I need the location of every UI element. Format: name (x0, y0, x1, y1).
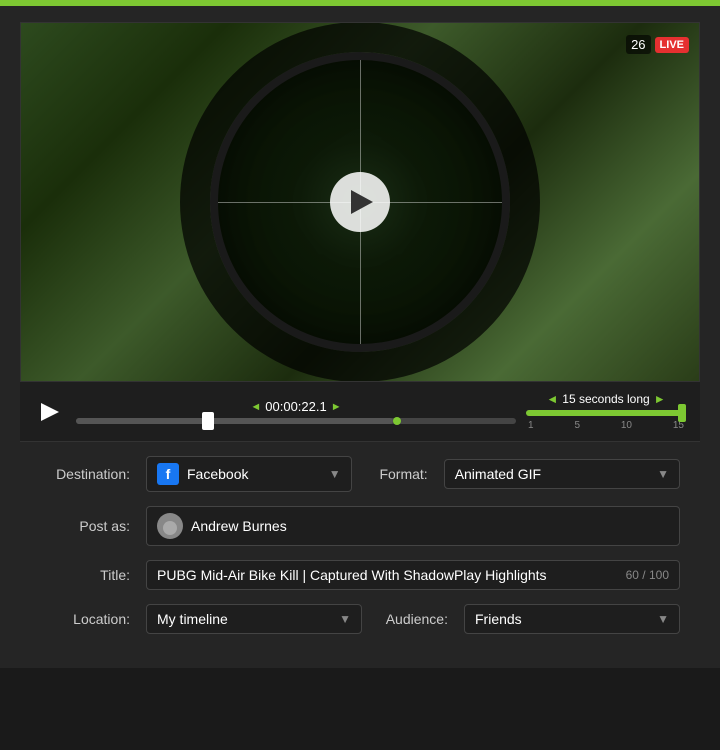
char-count: 60 / 100 (626, 568, 669, 582)
video-play-button[interactable] (330, 172, 390, 232)
trim-scrubber[interactable] (526, 410, 686, 416)
live-tag: LIVE (655, 37, 689, 53)
live-number: 26 (626, 35, 650, 54)
audience-chevron: ▼ (657, 612, 669, 626)
location-audience-row: Location: My timeline ▼ Audience: Friend… (40, 604, 680, 634)
time-left-arrow: ◄ (250, 401, 261, 413)
title-row: Title: 60 / 100 (40, 560, 680, 590)
time-right-arrow: ► (331, 401, 342, 413)
postas-row: Post as: Andrew Burnes (40, 506, 680, 546)
trim-duration-text: 15 seconds long (562, 392, 649, 406)
live-badge-group: 26 LIVE (626, 35, 689, 54)
destination-dropdown[interactable]: f Facebook ▼ (146, 456, 352, 492)
postas-selector[interactable]: Andrew Burnes (146, 506, 680, 546)
audience-dropdown[interactable]: Friends ▼ (464, 604, 680, 634)
title-label: Title: (40, 567, 130, 583)
location-chevron: ▼ (339, 612, 351, 626)
location-label: Location: (40, 611, 130, 627)
format-dropdown[interactable]: Animated GIF ▼ (444, 459, 680, 489)
trim-label: ◄ 15 seconds long ► (526, 392, 686, 406)
timeline-thumb[interactable] (202, 412, 214, 430)
tick-5: 5 (574, 420, 580, 431)
format-chevron: ▼ (657, 467, 669, 481)
audience-value: Friends (475, 611, 657, 627)
timeline-marker (393, 417, 401, 425)
trim-right-arrow: ► (654, 392, 666, 406)
tick-10: 10 (621, 420, 632, 431)
audience-label: Audience: (378, 611, 448, 627)
postas-value: Andrew Burnes (191, 518, 669, 534)
location-value: My timeline (157, 611, 339, 627)
main-timeline-section: ◄ 00:00:22.1 ► (76, 399, 516, 424)
title-input[interactable] (157, 567, 618, 583)
play-pause-button[interactable] (34, 396, 66, 428)
destination-value: Facebook (187, 466, 329, 482)
destination-chevron: ▼ (329, 467, 341, 481)
title-input-wrapper[interactable]: 60 / 100 (146, 560, 680, 590)
video-player[interactable]: 26 LIVE (20, 22, 700, 382)
user-avatar (157, 513, 183, 539)
postas-label: Post as: (40, 518, 130, 534)
timeline-fill (76, 418, 393, 424)
trim-right-handle[interactable] (678, 404, 686, 422)
facebook-icon: f (157, 463, 179, 485)
main-scrubber[interactable] (76, 418, 516, 424)
trim-section: ◄ 15 seconds long ► 1 5 10 15 (526, 392, 686, 431)
format-value: Animated GIF (455, 466, 657, 482)
destination-format-row: Destination: f Facebook ▼ Format: Animat… (40, 456, 680, 492)
destination-label: Destination: (40, 466, 130, 482)
trim-tick-marks: 1 5 10 15 (526, 420, 686, 431)
tick-1: 1 (528, 420, 534, 431)
share-form: Destination: f Facebook ▼ Format: Animat… (20, 442, 700, 648)
time-display: ◄ 00:00:22.1 ► (76, 399, 516, 414)
time-current: 00:00:22.1 (265, 399, 326, 414)
location-dropdown[interactable]: My timeline ▼ (146, 604, 362, 634)
trim-left-arrow: ◄ (546, 392, 558, 406)
player-controls-bar: ◄ 00:00:22.1 ► ◄ 15 seconds long ► (20, 382, 700, 442)
video-thumbnail: 26 LIVE (21, 23, 699, 381)
trim-fill (526, 410, 686, 416)
format-label: Format: (368, 466, 428, 482)
